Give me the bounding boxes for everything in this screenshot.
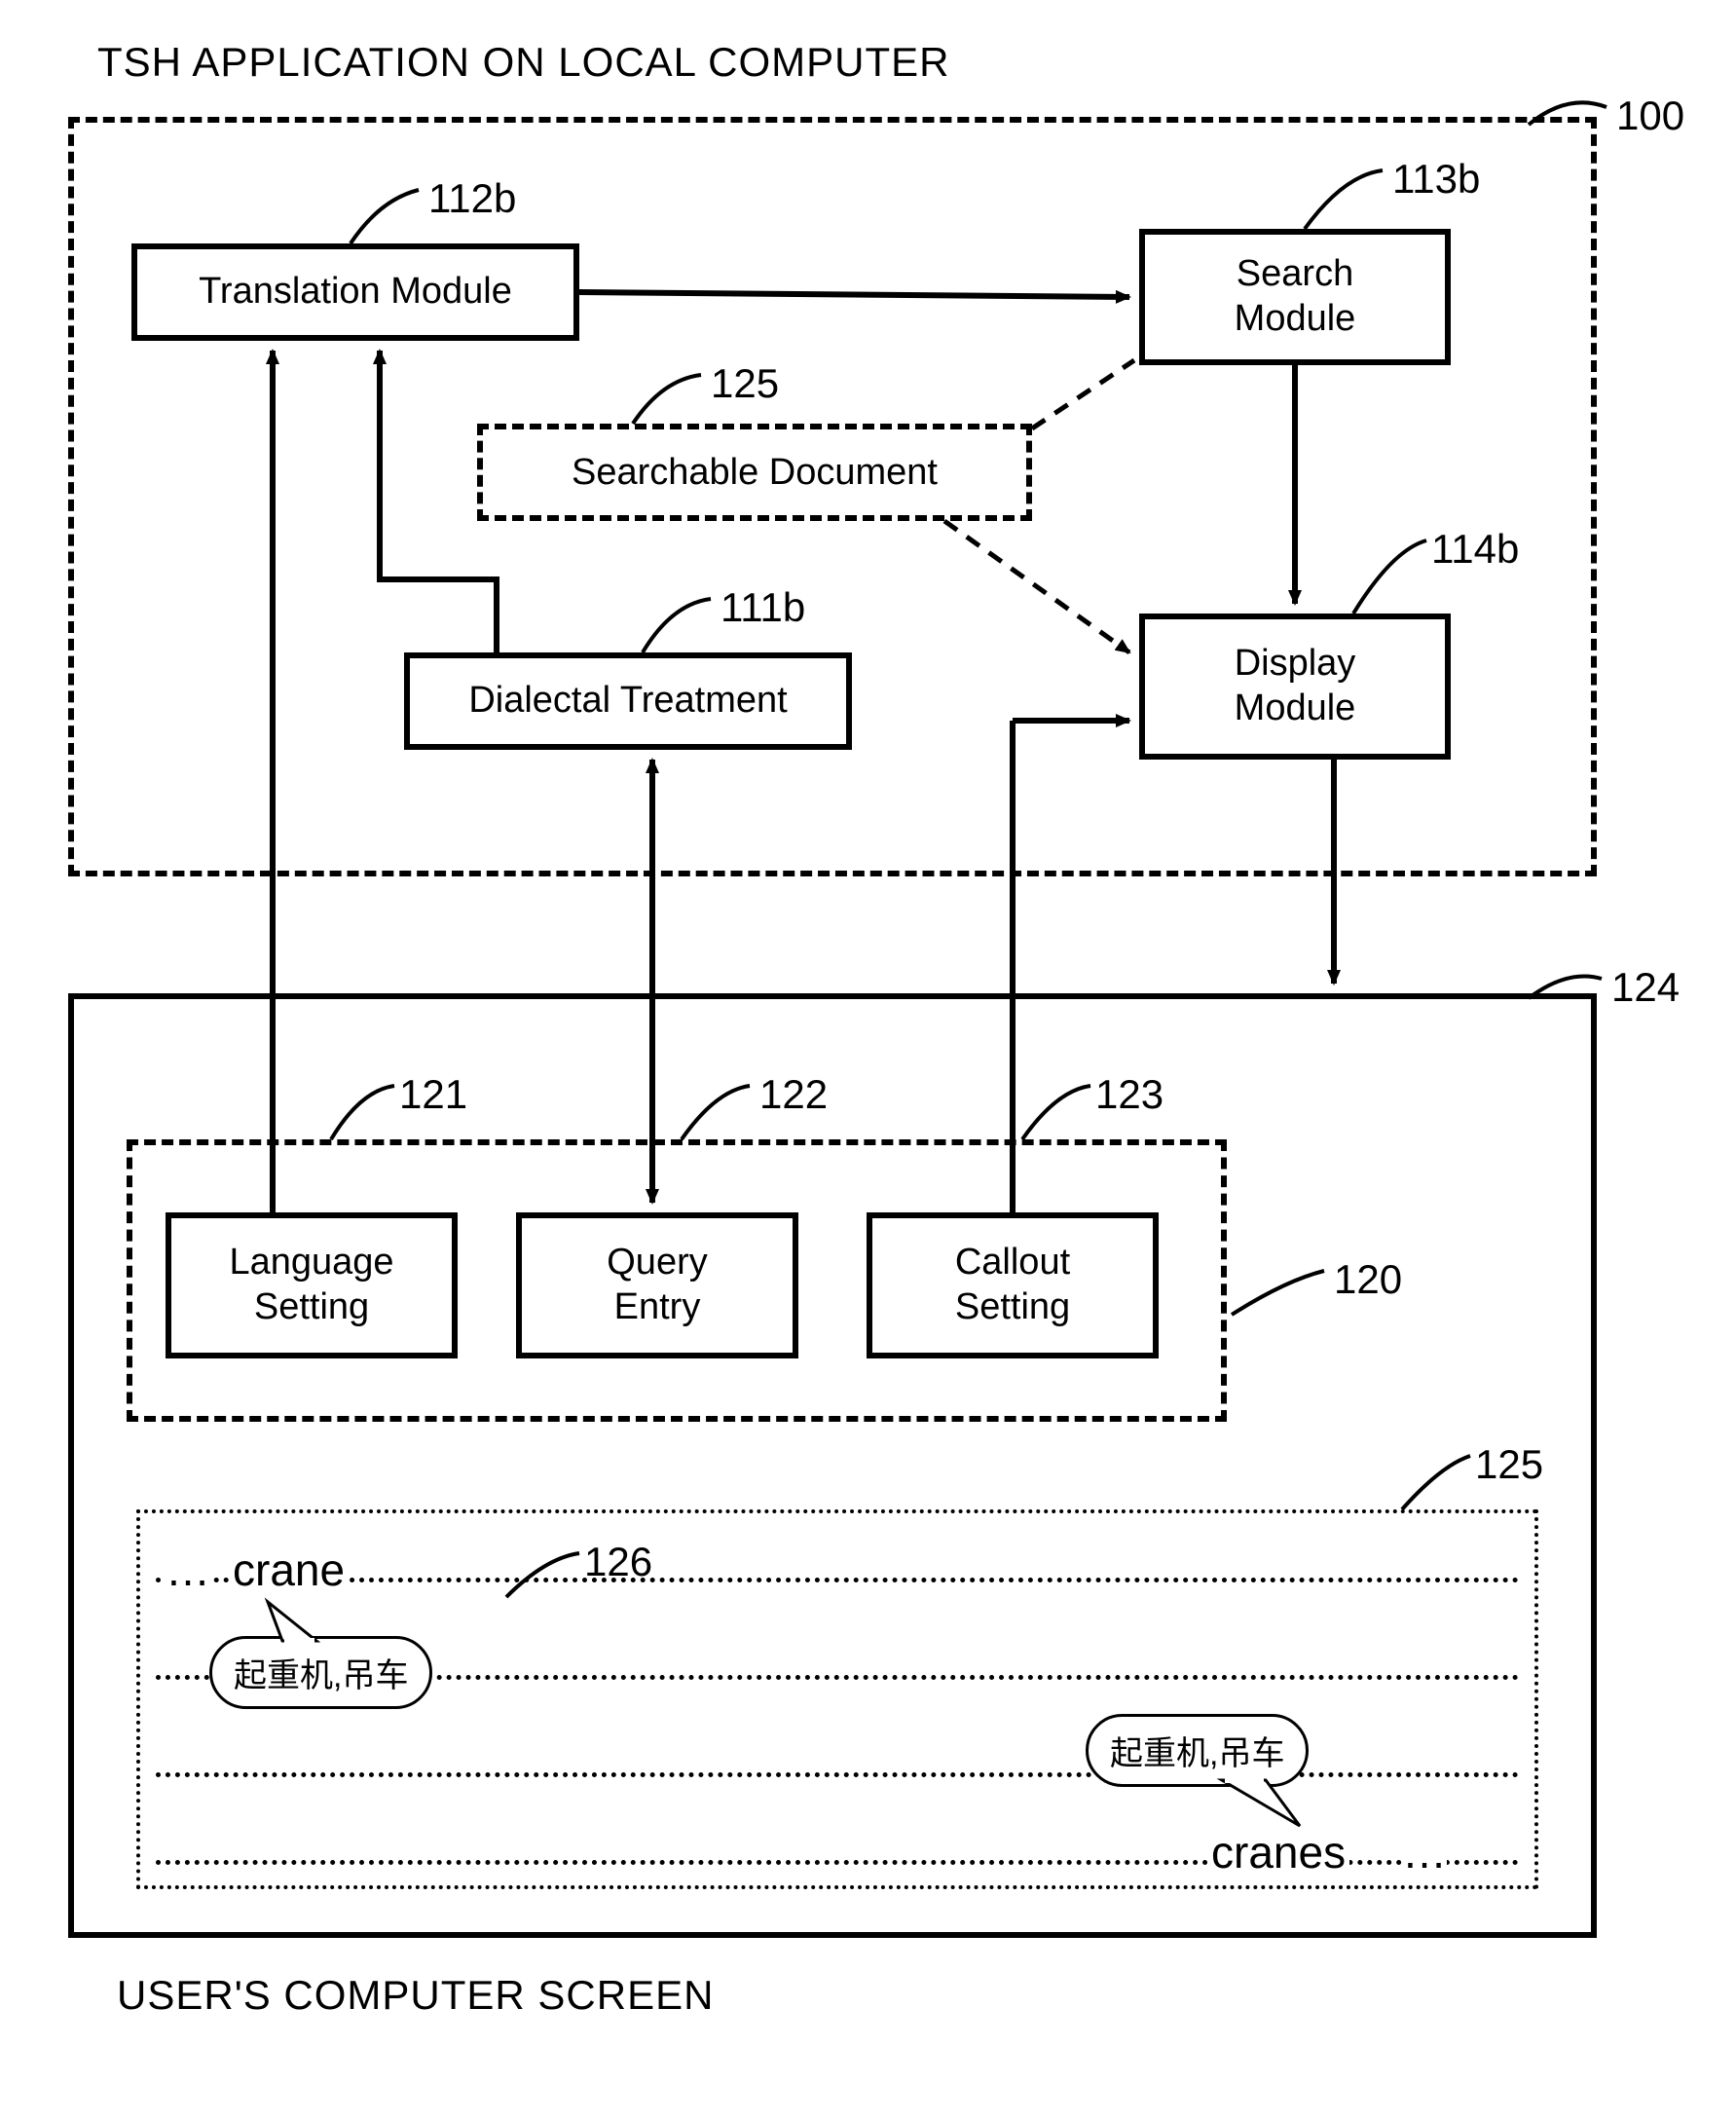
ref-125b: 125 bbox=[1475, 1441, 1543, 1488]
language-setting-label-1: Language bbox=[229, 1241, 393, 1285]
doc-line-1 bbox=[156, 1578, 1519, 1582]
ellipsis-2: … bbox=[1402, 1826, 1447, 1878]
display-module-box: Display Module bbox=[1139, 614, 1451, 760]
search-module-label-1: Search bbox=[1237, 252, 1353, 297]
ref-100: 100 bbox=[1616, 93, 1684, 139]
ref-112b: 112b bbox=[428, 175, 516, 222]
ref-122: 122 bbox=[759, 1071, 828, 1118]
query-entry-label-1: Query bbox=[607, 1241, 707, 1285]
display-module-label-2: Module bbox=[1235, 687, 1356, 731]
title-bottom: USER'S COMPUTER SCREEN bbox=[117, 1972, 714, 2019]
ref-120: 120 bbox=[1334, 1256, 1402, 1303]
callout-setting-box: Callout Setting bbox=[867, 1212, 1159, 1358]
ref-125a: 125 bbox=[711, 360, 779, 407]
title-top: TSH APPLICATION ON LOCAL COMPUTER bbox=[97, 39, 949, 86]
doc-line-3 bbox=[156, 1772, 1519, 1777]
search-module-label-2: Module bbox=[1235, 297, 1356, 342]
language-setting-box: Language Setting bbox=[166, 1212, 458, 1358]
ref-111b: 111b bbox=[720, 584, 805, 631]
query-entry-label-2: Entry bbox=[614, 1285, 701, 1330]
ref-113b: 113b bbox=[1392, 156, 1480, 203]
callout-bubble-1-text: 起重机,吊车 bbox=[234, 1649, 408, 1696]
callout-setting-label-2: Setting bbox=[955, 1285, 1070, 1330]
ellipsis-1: … bbox=[166, 1544, 210, 1596]
callout-setting-label-1: Callout bbox=[955, 1241, 1070, 1285]
translation-module-box: Translation Module bbox=[131, 243, 579, 341]
callout-bubble-2-text: 起重机,吊车 bbox=[1110, 1727, 1284, 1774]
diagram-canvas: TSH APPLICATION ON LOCAL COMPUTER 100 Tr… bbox=[39, 39, 1697, 2081]
callout-bubble-1: 起重机,吊车 bbox=[209, 1636, 432, 1709]
dialectal-treatment-box: Dialectal Treatment bbox=[404, 652, 852, 750]
ref-114b: 114b bbox=[1431, 526, 1519, 573]
searchable-document-box: Searchable Document bbox=[477, 424, 1032, 521]
translation-module-label: Translation Module bbox=[199, 270, 512, 315]
dialectal-treatment-label: Dialectal Treatment bbox=[468, 679, 787, 724]
ref-123: 123 bbox=[1095, 1071, 1163, 1118]
search-module-box: Search Module bbox=[1139, 229, 1451, 365]
query-entry-box: Query Entry bbox=[516, 1212, 798, 1358]
doc-word-cranes: cranes bbox=[1207, 1826, 1349, 1878]
searchable-document-label: Searchable Document bbox=[572, 452, 938, 494]
callout-bubble-2: 起重机,吊车 bbox=[1086, 1714, 1309, 1787]
ref-121: 121 bbox=[399, 1071, 467, 1118]
doc-word-crane: crane bbox=[229, 1544, 349, 1596]
display-module-label-1: Display bbox=[1235, 642, 1356, 687]
language-setting-label-2: Setting bbox=[254, 1285, 369, 1330]
ref-124: 124 bbox=[1611, 964, 1680, 1011]
ref-126: 126 bbox=[584, 1539, 652, 1585]
